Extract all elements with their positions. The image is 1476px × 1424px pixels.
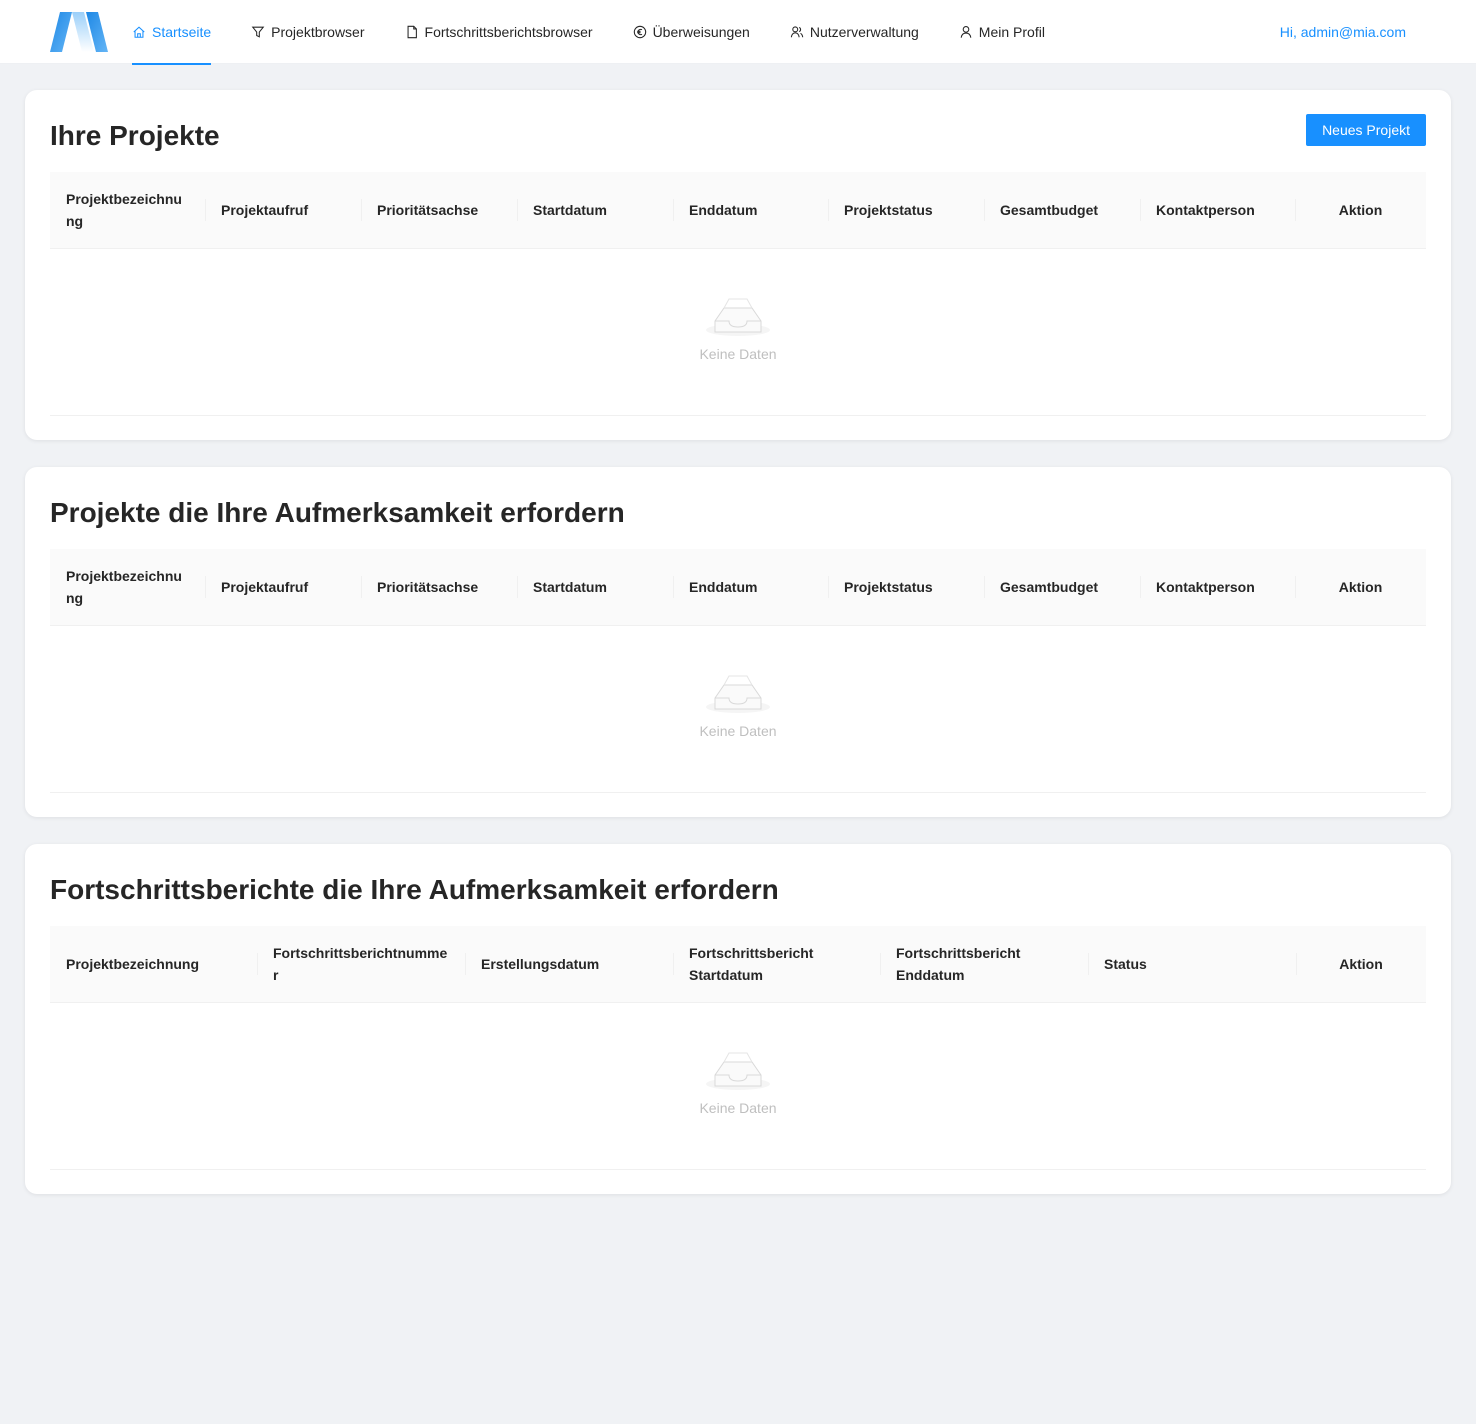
- column-header[interactable]: Fortschrittsberichtnummer: [257, 926, 465, 1002]
- empty-inbox-icon: [706, 1052, 770, 1090]
- empty-inbox-icon: [706, 298, 770, 336]
- users-icon: [790, 26, 804, 38]
- column-header[interactable]: Projektstatus: [828, 549, 984, 625]
- euro-icon: [633, 25, 646, 39]
- column-header[interactable]: Projektstatus: [828, 172, 984, 248]
- section-title: Ihre Projekte: [50, 120, 220, 151]
- attention-reports-table: Projektbezeichnung Fortschrittsberichtnu…: [50, 926, 1426, 1170]
- attention-reports-card: Fortschrittsberichte die Ihre Aufmerksam…: [25, 844, 1451, 1194]
- table-header: Projektbezeichnung Projektaufruf Priorit…: [50, 172, 1426, 249]
- column-header[interactable]: Fortschrittsbericht Startdatum: [673, 926, 880, 1002]
- column-header[interactable]: Prioritätsachse: [361, 172, 517, 248]
- column-header[interactable]: Startdatum: [517, 549, 673, 625]
- column-header[interactable]: Projektbezeichnung: [50, 549, 205, 625]
- column-header: Aktion: [1295, 172, 1426, 248]
- nav-item-mein-profil[interactable]: Mein Profil: [959, 0, 1045, 64]
- nav-item-startseite[interactable]: Startseite: [132, 0, 212, 65]
- attention-projects-card: Projekte die Ihre Aufmerksamkeit erforde…: [25, 467, 1451, 817]
- nav-item-nutzerverwaltung[interactable]: Nutzerverwaltung: [790, 0, 919, 64]
- filter-icon: [251, 26, 265, 38]
- top-navigation-bar: Startseite Projektbrowser Fortschrittsbe…: [0, 0, 1476, 65]
- nav-label: Überweisungen: [652, 24, 750, 40]
- nav-label: Mein Profil: [978, 24, 1045, 40]
- your-projects-card: Ihre Projekte Neues Projekt Projektbezei…: [25, 90, 1451, 440]
- empty-state: Keine Daten: [50, 1049, 1426, 1116]
- column-header: Aktion: [1295, 549, 1426, 625]
- empty-state: Keine Daten: [50, 672, 1426, 739]
- empty-inbox-icon: [706, 675, 770, 713]
- table-body: Keine Daten: [50, 626, 1426, 793]
- column-header[interactable]: Status: [1088, 926, 1296, 1002]
- column-header[interactable]: Prioritätsachse: [361, 549, 517, 625]
- nav-label: Startseite: [152, 24, 212, 40]
- user-greeting[interactable]: Hi, admin@mia.com: [1280, 24, 1406, 40]
- empty-text: Keine Daten: [699, 723, 777, 739]
- main-nav: Startseite Projektbrowser Fortschrittsbe…: [132, 0, 1085, 65]
- column-header[interactable]: Enddatum: [673, 549, 828, 625]
- app-logo[interactable]: [50, 12, 108, 52]
- user-icon: [960, 26, 972, 38]
- column-header[interactable]: Erstellungsdatum: [465, 926, 673, 1002]
- empty-state: Keine Daten: [50, 295, 1426, 362]
- table-header: Projektbezeichnung Projektaufruf Priorit…: [50, 549, 1426, 626]
- nav-label: Fortschrittsberichtsbrowser: [424, 24, 593, 40]
- column-header[interactable]: Projektbezeichnung: [50, 926, 257, 1002]
- table-header: Projektbezeichnung Fortschrittsberichtnu…: [50, 926, 1426, 1003]
- table-body: Keine Daten: [50, 1003, 1426, 1170]
- attention-projects-table: Projektbezeichnung Projektaufruf Priorit…: [50, 549, 1426, 793]
- section-title: Projekte die Ihre Aufmerksamkeit erforde…: [50, 497, 625, 528]
- new-project-button[interactable]: Neues Projekt: [1306, 114, 1426, 146]
- your-projects-table: Projektbezeichnung Projektaufruf Priorit…: [50, 172, 1426, 416]
- column-header[interactable]: Kontaktperson: [1140, 172, 1295, 248]
- table-body: Keine Daten: [50, 249, 1426, 416]
- column-header[interactable]: Projektaufruf: [205, 172, 361, 248]
- column-header: Aktion: [1296, 926, 1426, 1002]
- column-header[interactable]: Fortschrittsbericht Enddatum: [880, 926, 1088, 1002]
- column-header[interactable]: Projektbezeichnung: [50, 172, 205, 248]
- nav-item-fortschrittsberichtsbrowser[interactable]: Fortschrittsberichtsbrowser: [405, 0, 593, 64]
- column-header[interactable]: Gesamtbudget: [984, 172, 1140, 248]
- file-icon: [407, 25, 417, 39]
- home-icon: [133, 26, 145, 38]
- column-header[interactable]: Startdatum: [517, 172, 673, 248]
- column-header[interactable]: Kontaktperson: [1140, 549, 1295, 625]
- section-title: Fortschrittsberichte die Ihre Aufmerksam…: [50, 874, 779, 905]
- column-header[interactable]: Enddatum: [673, 172, 828, 248]
- empty-text: Keine Daten: [699, 1100, 777, 1116]
- column-header[interactable]: Projektaufruf: [205, 549, 361, 625]
- nav-label: Projektbrowser: [271, 24, 365, 40]
- empty-text: Keine Daten: [699, 346, 777, 362]
- column-header[interactable]: Gesamtbudget: [984, 549, 1140, 625]
- nav-label: Nutzerverwaltung: [809, 24, 919, 40]
- nav-item-ueberweisungen[interactable]: Überweisungen: [633, 0, 750, 64]
- nav-item-projektbrowser[interactable]: Projektbrowser: [251, 0, 365, 64]
